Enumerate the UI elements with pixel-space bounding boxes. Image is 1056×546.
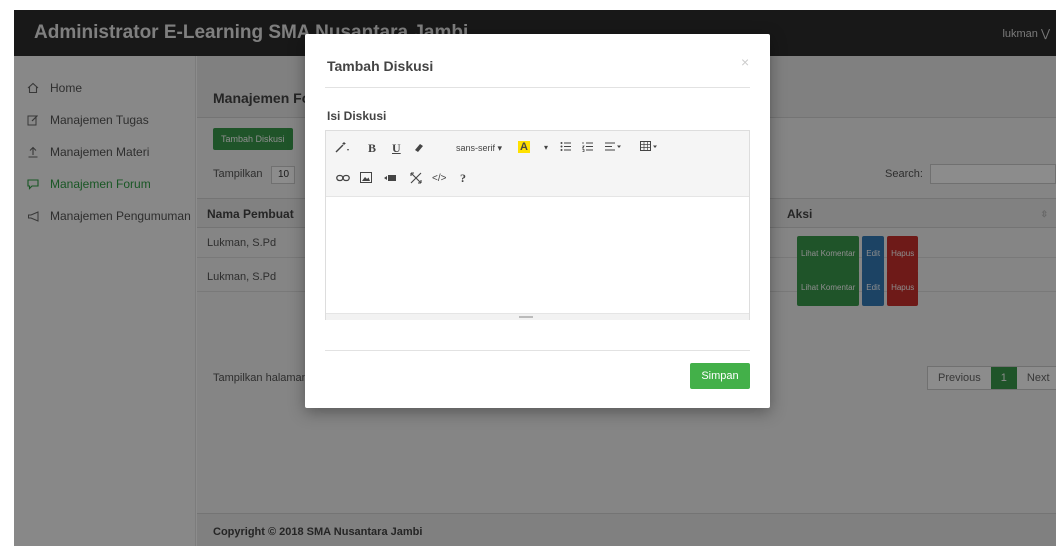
fullscreen-icon[interactable] [410, 172, 422, 187]
add-discussion-modal: Tambah Diskusi × Isi Diskusi B U sans-se… [305, 34, 770, 408]
rich-text-editor: B U sans-serif ▾ A ▾ </> ? [325, 130, 750, 320]
code-view-icon[interactable]: </> [432, 173, 446, 184]
unordered-list-icon[interactable] [560, 141, 572, 155]
editor-content-area[interactable] [326, 197, 749, 313]
help-icon[interactable]: ? [460, 171, 466, 186]
divider [325, 87, 750, 88]
eraser-icon[interactable] [414, 141, 424, 156]
resize-grip-icon [519, 316, 533, 318]
bold-icon[interactable]: B [368, 141, 376, 156]
divider [325, 350, 750, 351]
highlight-color-icon[interactable]: A [518, 141, 530, 153]
link-icon[interactable] [336, 173, 350, 186]
underline-icon[interactable]: U [392, 141, 401, 156]
editor-toolbar: B U sans-serif ▾ A ▾ </> ? [326, 131, 749, 197]
image-icon[interactable] [360, 172, 372, 186]
font-family-select[interactable]: sans-serif ▾ [456, 143, 502, 154]
close-icon[interactable]: × [741, 54, 749, 70]
magic-wand-icon[interactable] [334, 141, 352, 156]
editor-resize-handle[interactable] [326, 313, 749, 320]
video-icon[interactable] [384, 173, 396, 186]
save-button[interactable]: Simpan [690, 363, 750, 389]
modal-title: Tambah Diskusi [327, 58, 434, 74]
ordered-list-icon[interactable] [581, 141, 594, 155]
table-icon[interactable] [640, 141, 658, 155]
field-label: Isi Diskusi [327, 109, 387, 123]
paragraph-align-icon[interactable] [604, 141, 622, 155]
color-dropdown-icon[interactable]: ▾ [544, 143, 548, 152]
